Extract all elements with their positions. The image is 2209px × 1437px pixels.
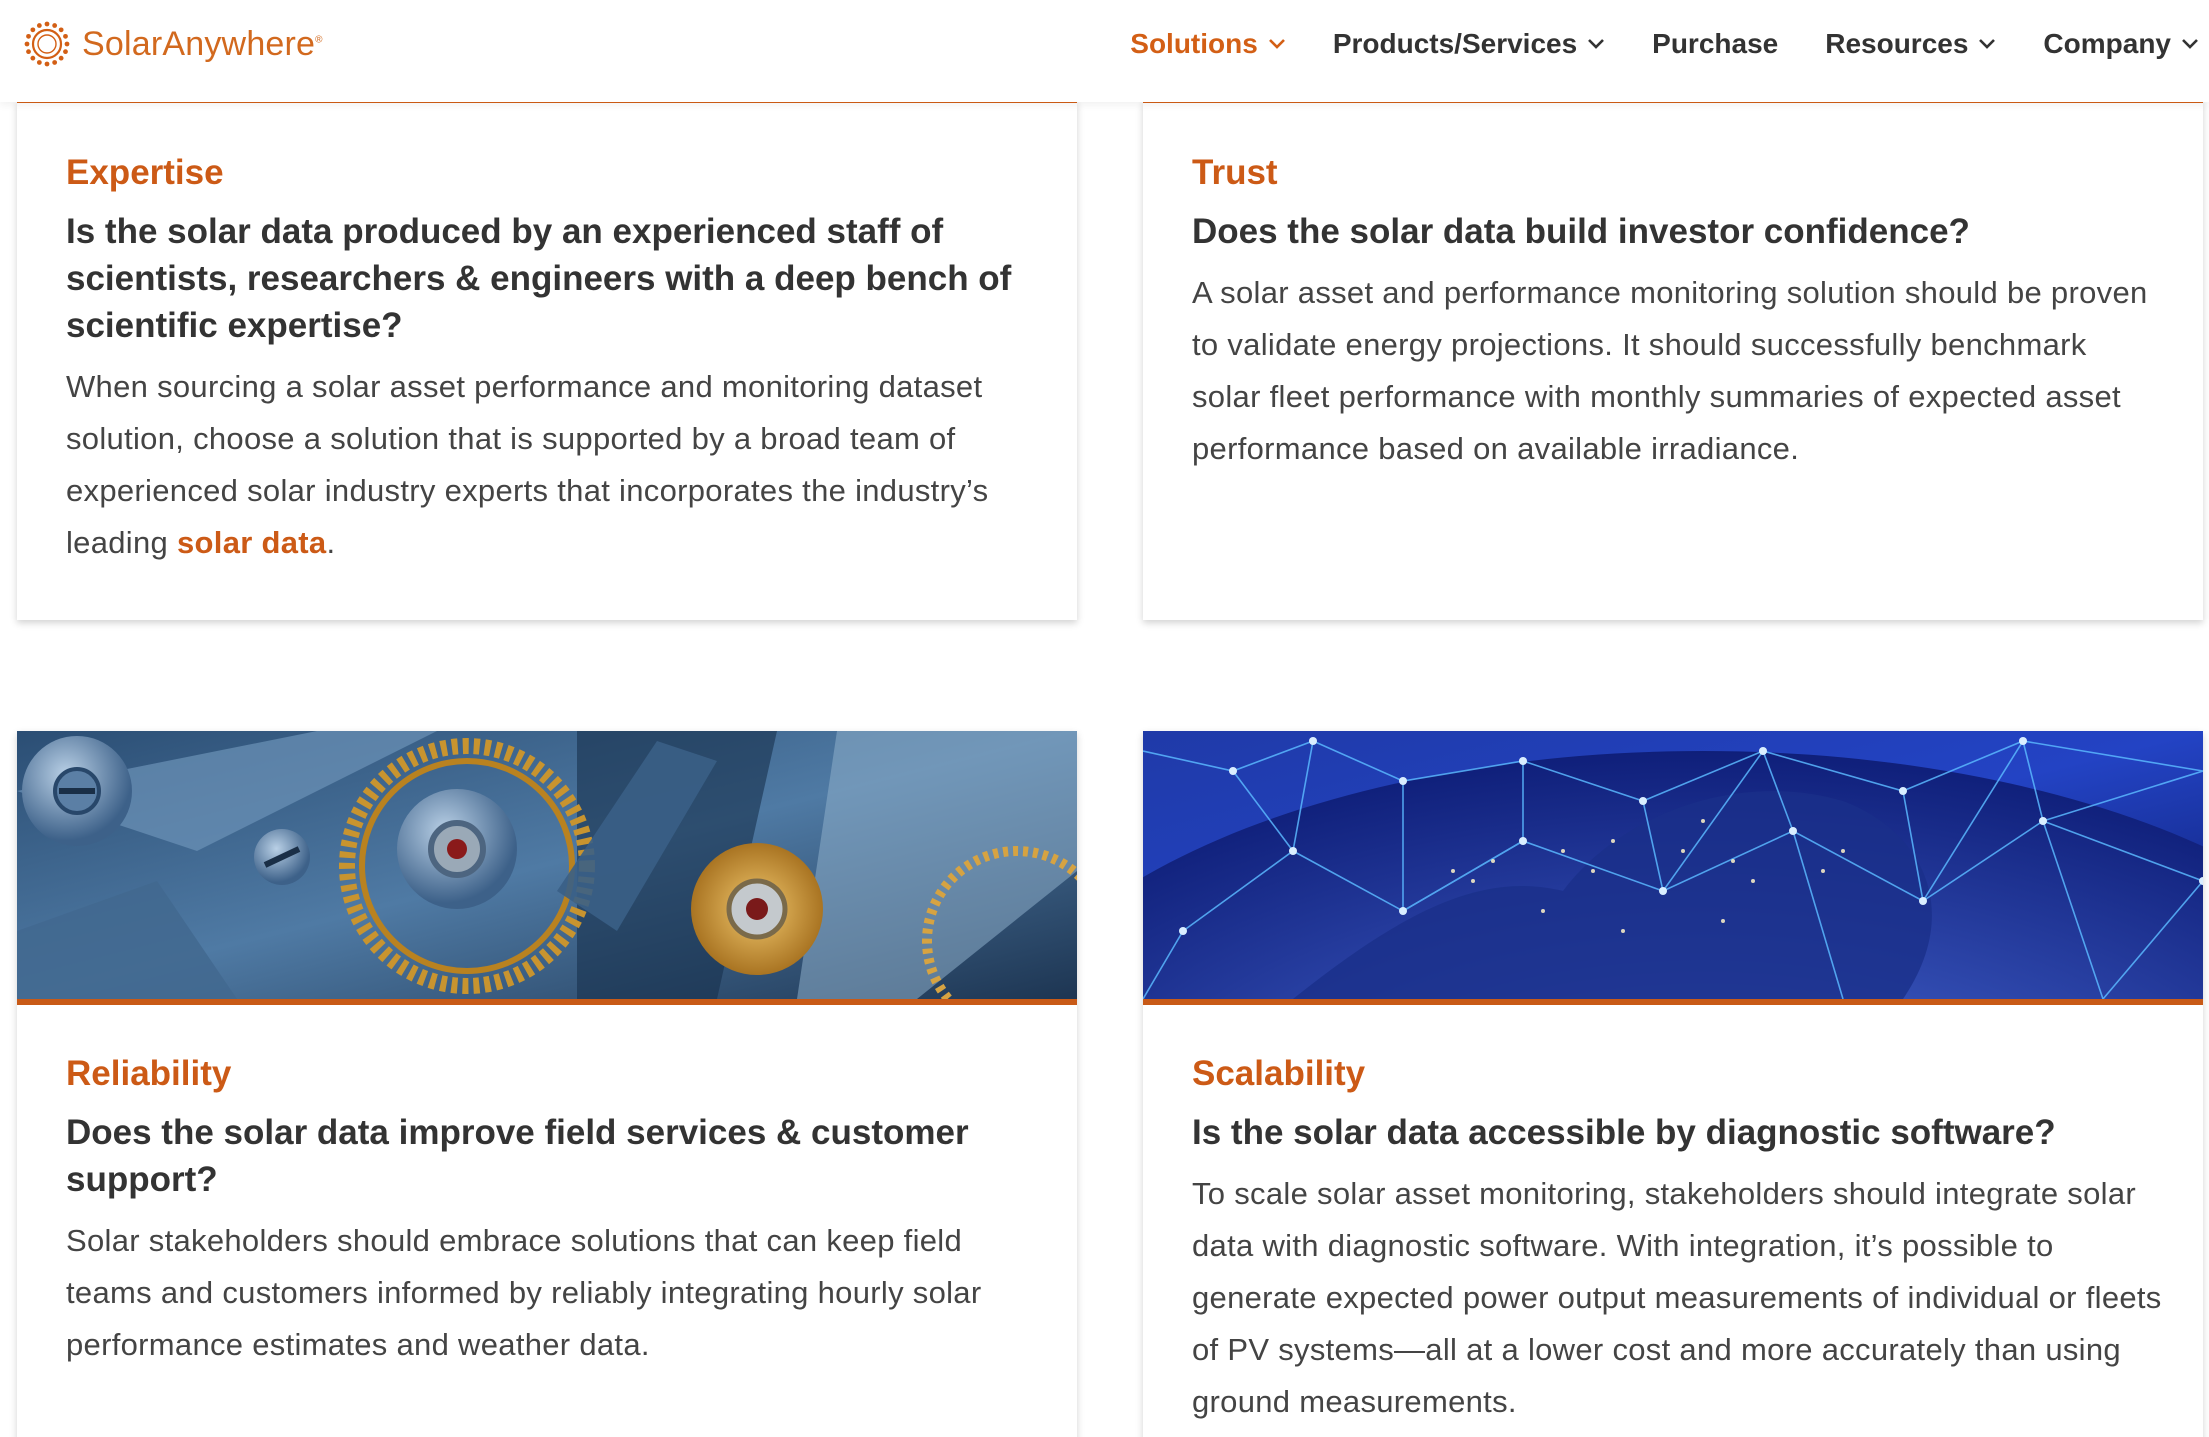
- card-body: Trust Does the solar data build investor…: [1192, 152, 2163, 475]
- card-reliability: Reliability Does the solar data improve …: [17, 731, 1077, 1437]
- card-trust: Trust Does the solar data build investor…: [1143, 100, 2203, 620]
- card-kicker: Scalability: [1192, 1054, 1366, 1093]
- card-question: Does the solar data build investor confi…: [1192, 212, 1970, 251]
- nav-item-purchase[interactable]: Purchase: [1652, 28, 1778, 60]
- card-scalability: Scalability Is the solar data accessible…: [1143, 731, 2203, 1437]
- image-accent-rule: [17, 999, 1077, 1005]
- card-description: A solar asset and performance monitoring…: [1192, 275, 2148, 466]
- nav-item-resources[interactable]: Resources: [1825, 28, 1996, 60]
- card-body: Reliability Does the solar data improve …: [66, 1053, 1037, 1371]
- card-description: To scale solar asset monitoring, stakeho…: [1192, 1176, 2162, 1419]
- nav-item-solutions[interactable]: Solutions: [1130, 28, 1286, 60]
- card-question: Is the solar data produced by an experie…: [66, 212, 1012, 345]
- brand-logo[interactable]: SolarAnywhere®: [22, 18, 323, 70]
- chevron-down-icon: [1588, 39, 1605, 49]
- site-header: SolarAnywhere® Solutions Products/Servic…: [0, 0, 2209, 102]
- nav-item-label: Solutions: [1130, 28, 1258, 59]
- card-description: When sourcing a solar asset performance …: [66, 369, 989, 560]
- main-nav: Solutions Products/Services Purchase Res…: [1130, 20, 2209, 68]
- nav-item-label: Company: [2043, 28, 2171, 59]
- chevron-down-icon: [2182, 39, 2198, 49]
- earth-network-image: [1143, 731, 2203, 999]
- solar-data-link[interactable]: solar data: [177, 525, 326, 560]
- image-accent-rule: [1143, 999, 2203, 1005]
- sun-logo-icon: [24, 21, 70, 67]
- card-body: Scalability Is the solar data accessible…: [1192, 1053, 2163, 1428]
- card-kicker: Trust: [1192, 153, 1278, 192]
- card-kicker: Expertise: [66, 153, 224, 192]
- nav-item-label: Purchase: [1652, 28, 1779, 59]
- watch-gears-image: [17, 731, 1077, 999]
- card-question: Does the solar data improve field servic…: [66, 1113, 969, 1199]
- card-expertise: Expertise Is the solar data produced by …: [17, 100, 1077, 620]
- brand-name: SolarAnywhere®: [82, 24, 323, 63]
- chevron-down-icon: [1979, 39, 1996, 49]
- card-question: Is the solar data accessible by diagnost…: [1192, 1113, 2056, 1152]
- chevron-down-icon: [1268, 39, 1285, 49]
- nav-item-label: Products/Services: [1332, 28, 1578, 59]
- card-body: Expertise Is the solar data produced by …: [66, 152, 1037, 569]
- card-kicker: Reliability: [66, 1054, 232, 1093]
- page: SolarAnywhere® Solutions Products/Servic…: [0, 0, 2209, 1437]
- card-description: Solar stakeholders should embrace soluti…: [66, 1223, 982, 1362]
- nav-item-products-services[interactable]: Products/Services: [1333, 28, 1605, 60]
- nav-item-company[interactable]: Company: [2043, 28, 2199, 60]
- nav-item-label: Resources: [1825, 28, 1969, 59]
